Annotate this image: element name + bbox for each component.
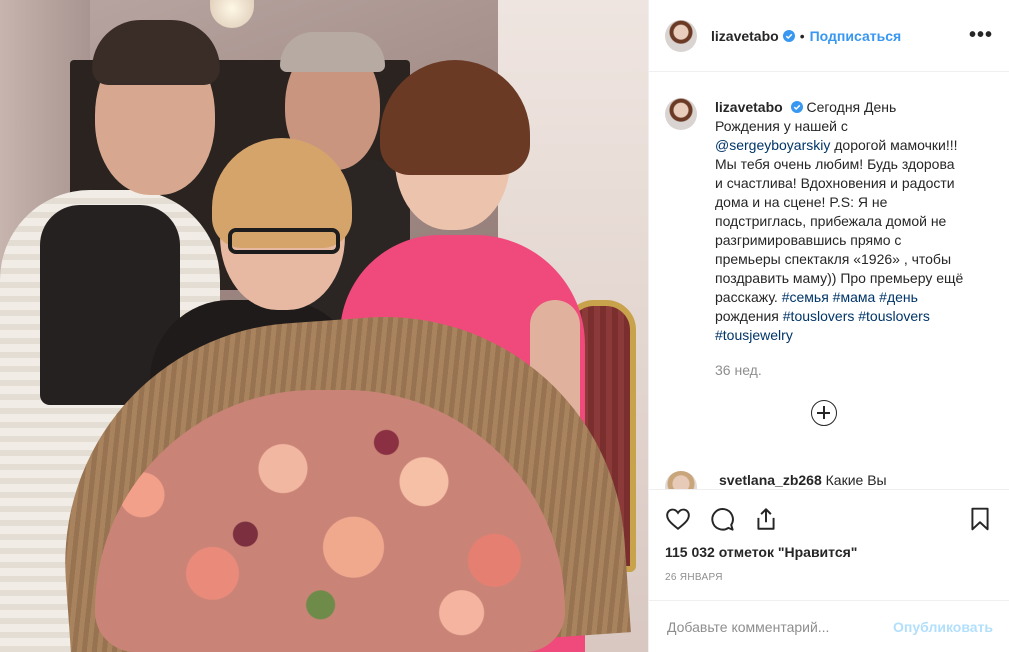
comment-username[interactable]: svetlana_zb268 xyxy=(719,472,822,488)
header-username[interactable]: lizavetabo xyxy=(711,28,779,44)
comment-input[interactable] xyxy=(665,617,894,636)
avatar[interactable] xyxy=(665,471,697,489)
verified-badge-icon xyxy=(782,29,795,42)
likes-count[interactable]: 115 032 отметок "Нравится" xyxy=(649,544,1009,560)
caption-text: lizavetabo Сегодня День Рождения у нашей… xyxy=(715,98,965,447)
bookmark-icon[interactable] xyxy=(967,506,993,532)
heart-icon[interactable] xyxy=(665,506,691,532)
comment-icon[interactable] xyxy=(709,506,735,532)
avatar[interactable] xyxy=(665,19,697,52)
person-hair xyxy=(92,20,220,85)
hashtag-link[interactable]: #tousjewelry xyxy=(715,327,793,343)
load-more-comments-icon[interactable] xyxy=(811,400,837,426)
hashtag-link[interactable]: #touslovers xyxy=(858,308,930,324)
verified-badge-icon xyxy=(790,101,803,113)
action-icons xyxy=(649,490,1009,548)
hashtag-link[interactable]: #мама xyxy=(833,289,876,305)
post-photo[interactable] xyxy=(0,0,648,652)
hashtag-link[interactable]: #touslovers xyxy=(783,308,855,324)
caption-username[interactable]: lizavetabo xyxy=(715,99,783,115)
post-date[interactable]: 26 ЯНВАРЯ xyxy=(649,572,1009,583)
comment-text: svetlana_zb268 Какие Вы xyxy=(719,472,887,488)
caption-timestamp[interactable]: 36 нед. xyxy=(715,361,965,380)
comment-row: svetlana_zb268 Какие Вы xyxy=(665,471,995,489)
hashtag-link[interactable]: #день xyxy=(879,289,918,305)
follow-button[interactable]: Подписаться xyxy=(810,28,902,44)
instagram-post: lizavetabo • Подписаться ••• lizavetabo … xyxy=(0,0,1009,652)
caption-body-part: рождения xyxy=(715,308,783,324)
avatar[interactable] xyxy=(665,98,697,130)
photo-lamp xyxy=(210,0,254,28)
header-separator: • xyxy=(799,27,805,44)
add-comment-bar: Опубликовать xyxy=(649,600,1009,652)
post-header: lizavetabo • Подписаться ••• xyxy=(649,0,1009,72)
person-hair xyxy=(280,32,385,72)
more-options-icon[interactable]: ••• xyxy=(969,24,993,47)
mention-link[interactable]: @sergeyboyarskiy xyxy=(715,137,830,153)
post-actions: 115 032 отметок "Нравится" 26 ЯНВАРЯ xyxy=(649,489,1009,583)
caption: lizavetabo Сегодня День Рождения у нашей… xyxy=(649,72,1009,447)
publish-button[interactable]: Опубликовать xyxy=(893,619,993,635)
comment-body: Какие Вы xyxy=(825,472,887,488)
person-glasses xyxy=(228,228,340,254)
caption-body-part: дорогой мамочки!!! Мы тебя очень любим! … xyxy=(715,137,964,305)
hashtag-link[interactable]: #семья xyxy=(782,289,829,305)
post-sidebar: lizavetabo • Подписаться ••• lizavetabo … xyxy=(648,0,1009,652)
share-icon[interactable] xyxy=(753,506,779,532)
